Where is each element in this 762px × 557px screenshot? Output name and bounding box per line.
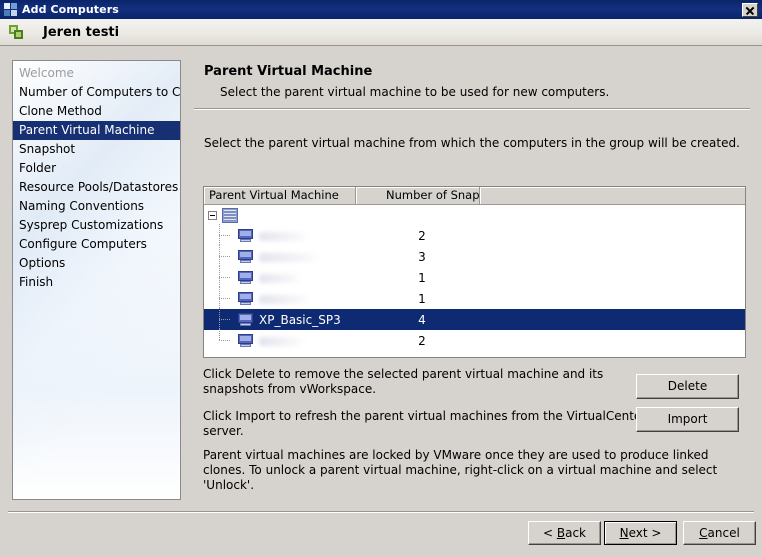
footer-divider xyxy=(8,511,754,513)
close-button[interactable] xyxy=(742,2,758,17)
wizard-header: Jeren testi xyxy=(0,19,762,46)
sidebar-item-clone-method[interactable]: Clone Method xyxy=(13,102,180,121)
sidebar-item-resource-pools-datastores[interactable]: Resource Pools/Datastores xyxy=(13,178,180,197)
tree-connector xyxy=(216,287,238,309)
add-computers-dialog: Add Computers Jeren testi Welcome Number… xyxy=(0,0,762,557)
import-button[interactable]: Import xyxy=(636,407,739,432)
snapshot-count: 1 xyxy=(418,270,426,285)
intro-text: Select the parent virtual machine from w… xyxy=(204,136,740,150)
table-row[interactable]: 2 xyxy=(204,224,745,246)
tree-connector xyxy=(216,224,238,246)
lock-help-text: Parent virtual machines are locked by VM… xyxy=(203,448,718,492)
table-row[interactable]: 1 xyxy=(204,287,745,309)
next-button[interactable]: Next > xyxy=(604,521,677,545)
sidebar-item-options[interactable]: Options xyxy=(13,254,180,273)
linked-squares-icon xyxy=(8,24,25,41)
page-title: Parent Virtual Machine xyxy=(204,64,373,79)
snapshot-count: 2 xyxy=(418,228,426,243)
snapshot-count: 2 xyxy=(418,333,426,348)
datacenter-building-icon xyxy=(222,207,238,223)
wizard-step-sidebar: Welcome Number of Computers to Create Cl… xyxy=(12,60,181,500)
sidebar-item-finish[interactable]: Finish xyxy=(13,273,180,292)
table-row[interactable]: 2 xyxy=(204,329,745,351)
wizard-content-panel: Parent Virtual Machine Select the parent… xyxy=(192,54,754,504)
sidebar-item-snapshot[interactable]: Snapshot xyxy=(13,140,180,159)
virtual-machine-icon xyxy=(238,271,253,284)
column-header-blank[interactable] xyxy=(480,187,745,205)
page-subtitle: Select the parent virtual machine to be … xyxy=(220,85,610,99)
window-titlebar: Add Computers xyxy=(0,0,762,19)
table-row[interactable]: 3 xyxy=(204,245,745,267)
tree-root-node[interactable] xyxy=(204,205,745,225)
table-row-selected[interactable]: XP_Basic_SP3 4 xyxy=(204,308,745,330)
tree-connector xyxy=(216,308,238,330)
vm-name-redacted xyxy=(259,253,321,262)
tree-connector xyxy=(216,245,238,267)
computers-icon xyxy=(4,2,18,17)
wizard-header-title: Jeren testi xyxy=(43,24,120,40)
virtual-machine-icon xyxy=(238,229,253,242)
window-title: Add Computers xyxy=(22,3,119,16)
sidebar-item-configure-computers[interactable]: Configure Computers xyxy=(13,235,180,254)
vm-name-redacted xyxy=(259,274,301,283)
vm-name-redacted xyxy=(259,295,313,304)
collapse-expander-icon[interactable] xyxy=(208,210,217,220)
virtual-machine-icon xyxy=(238,334,253,347)
cancel-button[interactable]: Cancel xyxy=(683,521,756,545)
sidebar-item-parent-virtual-machine[interactable]: Parent Virtual Machine xyxy=(13,121,180,140)
delete-button[interactable]: Delete xyxy=(636,374,739,399)
vm-name: XP_Basic_SP3 xyxy=(259,312,341,327)
virtual-machine-icon xyxy=(238,313,253,326)
back-button[interactable]: < Back xyxy=(528,521,601,545)
snapshot-count: 3 xyxy=(418,249,426,264)
header-divider xyxy=(194,108,750,110)
column-header-number-of-snapshots[interactable]: Number of Snapshots xyxy=(356,187,480,205)
delete-help-text: Click Delete to remove the selected pare… xyxy=(203,367,604,396)
vm-name-redacted xyxy=(259,232,309,241)
sidebar-item-welcome[interactable]: Welcome xyxy=(13,64,180,83)
tree-connector xyxy=(216,329,238,351)
tree-connector xyxy=(216,266,238,288)
snapshot-count: 4 xyxy=(418,312,426,327)
column-header-parent-virtual-machine[interactable]: Parent Virtual Machine xyxy=(204,187,356,205)
virtual-machine-icon xyxy=(238,250,253,263)
sidebar-item-sysprep-customizations[interactable]: Sysprep Customizations xyxy=(13,216,180,235)
sidebar-step-list: Welcome Number of Computers to Create Cl… xyxy=(13,61,180,292)
table-header-row: Parent Virtual Machine Number of Snapsho… xyxy=(204,187,745,205)
sidebar-item-number-of-computers-to-create[interactable]: Number of Computers to Create xyxy=(13,83,180,102)
parent-vm-table[interactable]: Parent Virtual Machine Number of Snapsho… xyxy=(203,186,746,358)
vm-name-redacted xyxy=(259,337,305,346)
snapshot-count: 1 xyxy=(418,291,426,306)
sidebar-item-naming-conventions[interactable]: Naming Conventions xyxy=(13,197,180,216)
table-row[interactable]: 1 xyxy=(204,266,745,288)
virtual-machine-icon xyxy=(238,292,253,305)
import-help-text: Click Import to refresh the parent virtu… xyxy=(203,409,647,438)
sidebar-item-folder[interactable]: Folder xyxy=(13,159,180,178)
